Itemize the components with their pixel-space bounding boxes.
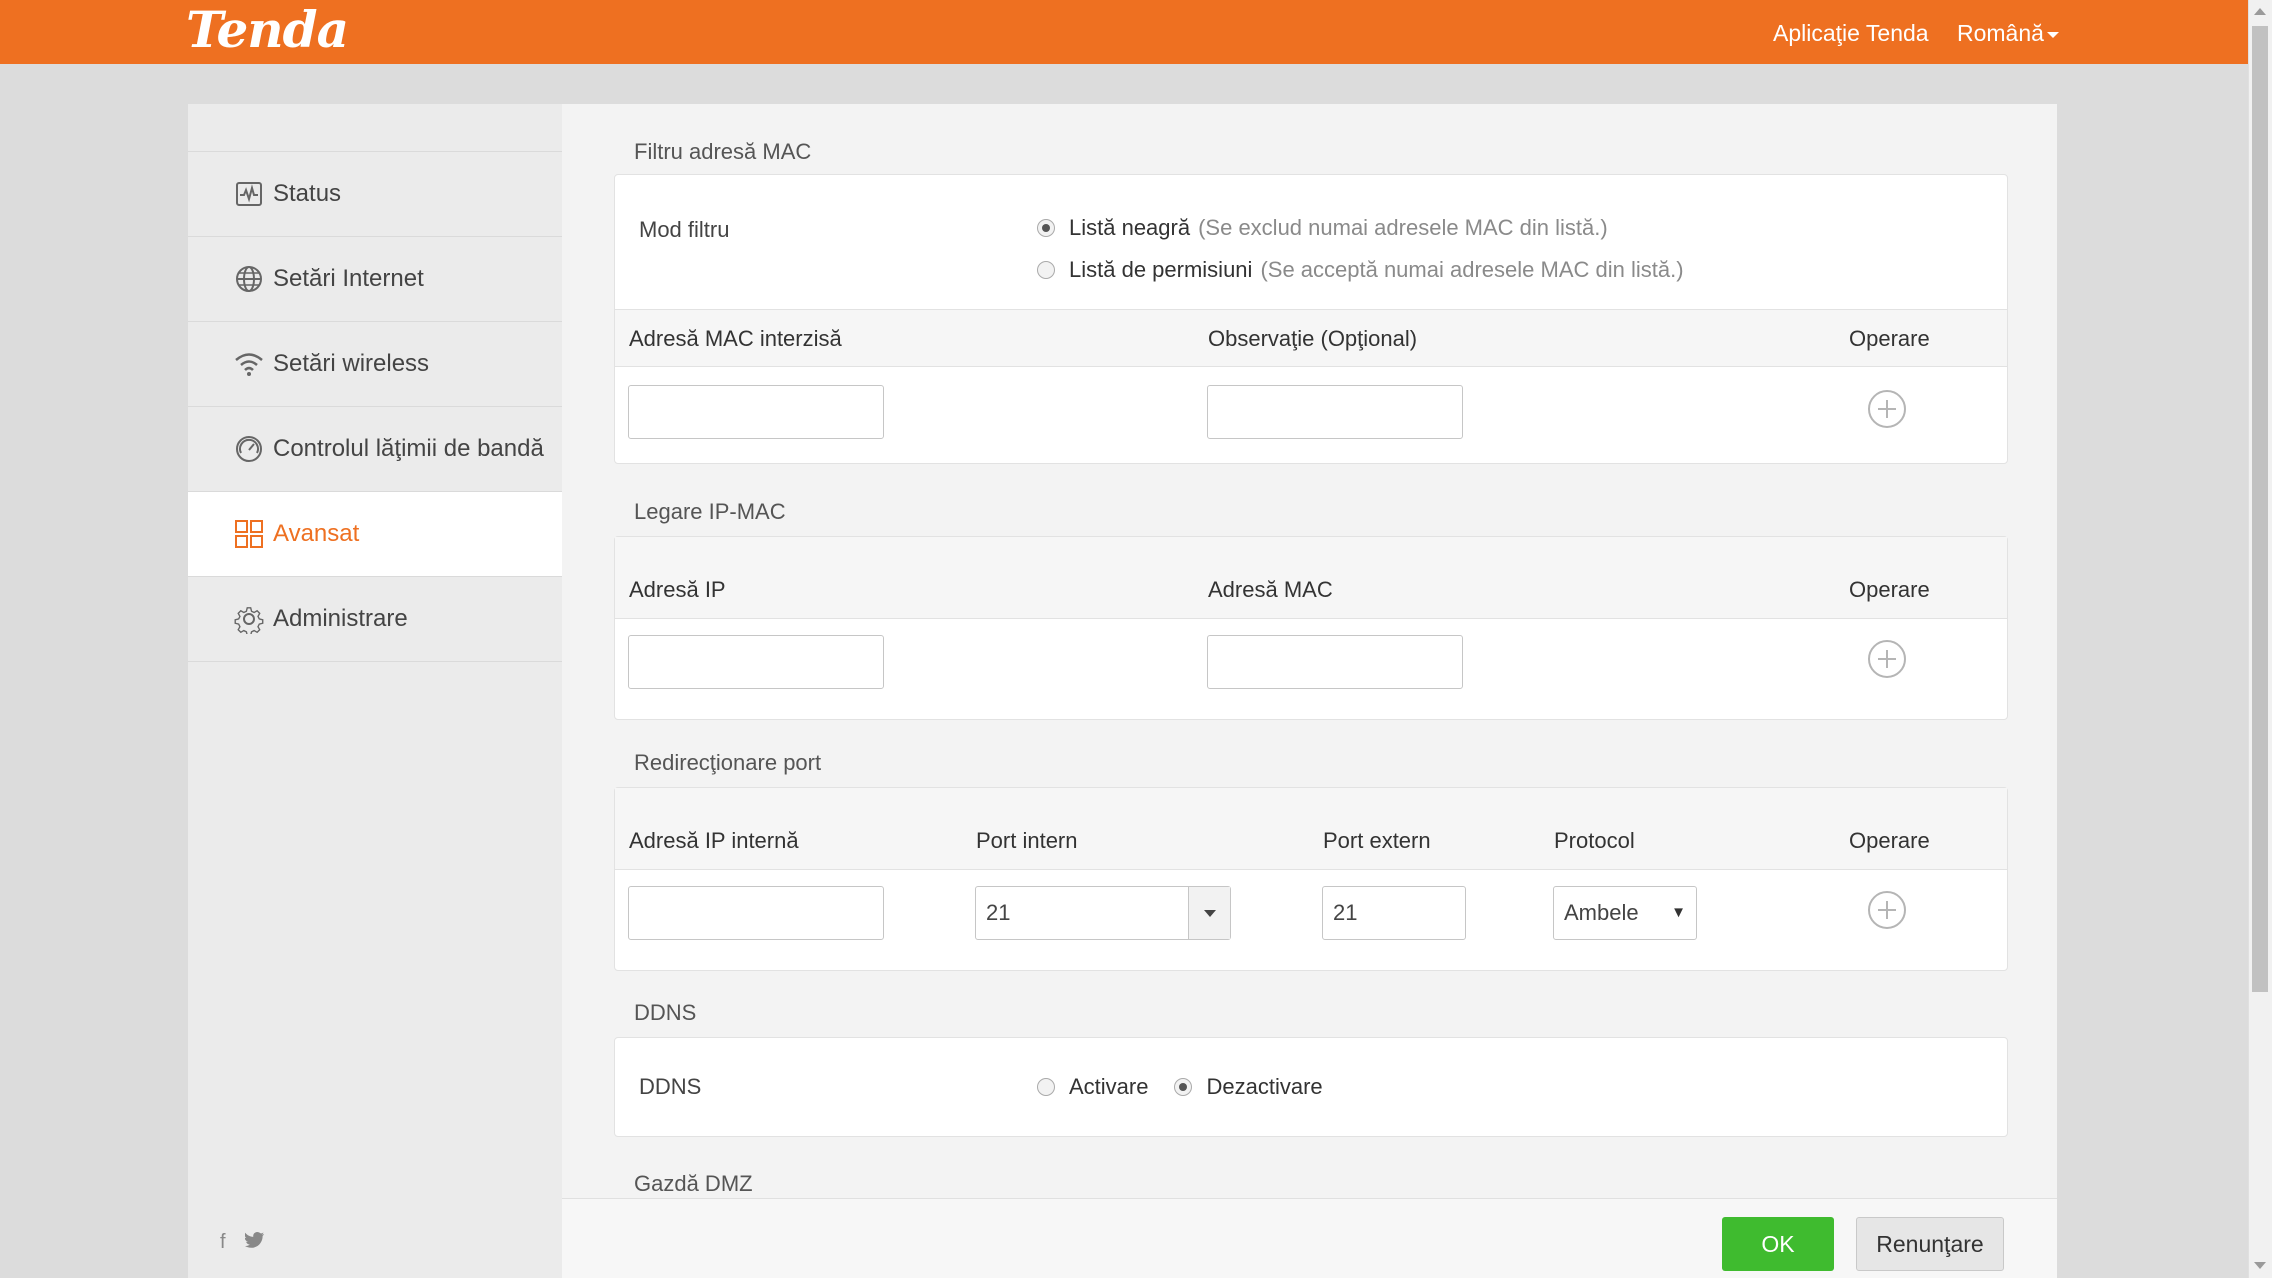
sidebar-item-label: Controlul lăţimii de bandă	[273, 435, 544, 462]
caret-down-icon	[2046, 31, 2059, 38]
sidebar-item-label: Status	[273, 180, 342, 207]
radio-disable[interactable]: Dezactivare	[1174, 1074, 1323, 1100]
radio-button-checked[interactable]	[1174, 1078, 1193, 1096]
ddns-radio-group: Activare Dezactivare	[1037, 1074, 1323, 1100]
sidebar: Status Setări Internet Setări wireless C…	[188, 104, 562, 1278]
radio-button[interactable]	[1037, 261, 1055, 279]
col-operation: Operare	[1849, 577, 1930, 602]
disable-label: Dezactivare	[1206, 1074, 1323, 1099]
port-table-header: Adresă IP internă Port intern Port exter…	[615, 788, 2007, 870]
social-links: f	[220, 1231, 279, 1254]
globe-icon	[233, 263, 265, 295]
mac-address-input[interactable]	[1207, 635, 1463, 689]
sidebar-item-wireless[interactable]: Setări wireless	[188, 322, 562, 407]
mac-filter-box: Mod filtru Listă neagră (Se exclud numai…	[614, 174, 2008, 464]
footer-bar: OK Renunţare	[562, 1198, 2057, 1278]
top-bar: Tenda Aplicaţie Tenda Română	[0, 0, 2248, 64]
main-content: Filtru adresă MAC Mod filtru Listă neagr…	[562, 104, 2057, 1278]
brand-logo[interactable]: Tenda	[186, 4, 349, 56]
ip-mac-table-header: Adresă IP Adresă MAC Operare	[615, 537, 2007, 619]
radio-blacklist[interactable]: Listă neagră (Se exclud numai adresele M…	[1037, 215, 1608, 241]
gear-icon	[233, 603, 265, 635]
grid-icon	[233, 518, 265, 550]
sidebar-item-administration[interactable]: Administrare	[188, 577, 562, 662]
tenda-app-link[interactable]: Aplicaţie Tenda	[1773, 20, 1929, 46]
facebook-icon[interactable]: f	[220, 1231, 226, 1253]
ddns-label: DDNS	[639, 1074, 702, 1099]
radio-button[interactable]	[1037, 1078, 1055, 1096]
sidebar-item-label: Setări Internet	[273, 265, 424, 292]
col-protocol: Protocol	[1554, 828, 1635, 853]
add-circle-icon[interactable]	[1868, 891, 1906, 929]
ip-mac-box: Adresă IP Adresă MAC Operare	[614, 536, 2008, 720]
status-icon	[233, 178, 265, 210]
col-internal-port: Port intern	[976, 828, 1078, 853]
sidebar-item-internet[interactable]: Setări Internet	[188, 237, 562, 322]
sidebar-item-label: Setări wireless	[273, 350, 430, 377]
sidebar-item-label: Avansat	[273, 520, 360, 547]
filter-mode-label: Mod filtru	[639, 217, 730, 242]
col-operation: Operare	[1849, 828, 1930, 853]
twitter-icon[interactable]	[244, 1231, 265, 1253]
col-external-port: Port extern	[1323, 828, 1431, 853]
ddns-box: DDNS Activare Dezactivare	[614, 1037, 2008, 1137]
gauge-icon	[233, 433, 265, 465]
port-forwarding-title: Redirecţionare port	[634, 750, 822, 775]
internal-port-value: 21	[986, 900, 1011, 925]
protocol-select[interactable]: Ambele ▼	[1553, 886, 1697, 940]
sidebar-item-status[interactable]: Status	[188, 152, 562, 237]
blacklist-label: Listă neagră	[1069, 215, 1191, 240]
sidebar-item-advanced[interactable]: Avansat	[188, 492, 562, 577]
external-port-input[interactable]: 21	[1322, 886, 1466, 940]
sidebar-spacer	[188, 104, 562, 152]
radio-enable[interactable]: Activare	[1037, 1074, 1148, 1100]
mac-table-header: Adresă MAC interzisă Observaţie (Opţiona…	[615, 309, 2007, 367]
enable-label: Activare	[1069, 1074, 1149, 1099]
col-ip-address: Adresă IP	[629, 577, 726, 602]
chevron-down-icon: ▼	[1671, 904, 1686, 921]
whitelist-hint: (Se acceptă numai adresele MAC din listă…	[1260, 257, 1684, 282]
add-circle-icon[interactable]	[1868, 390, 1906, 428]
col-blocked-mac: Adresă MAC interzisă	[629, 326, 842, 351]
col-operation: Operare	[1849, 326, 1930, 351]
language-label: Română	[1957, 20, 2044, 46]
internal-ip-input[interactable]	[628, 886, 884, 940]
blocked-mac-input[interactable]	[628, 385, 884, 439]
col-remark: Observaţie (Opţional)	[1208, 326, 1418, 351]
scroll-down-icon[interactable]	[2254, 1262, 2266, 1269]
scroll-up-icon[interactable]	[2254, 8, 2266, 15]
protocol-value: Ambele	[1564, 900, 1639, 925]
ddns-title: DDNS	[634, 1000, 697, 1025]
remark-input[interactable]	[1207, 385, 1463, 439]
blacklist-hint: (Se exclud numai adresele MAC din listă.…	[1198, 215, 1608, 240]
cancel-button[interactable]: Renunţare	[1856, 1217, 2004, 1271]
radio-whitelist[interactable]: Listă de permisiuni (Se acceptă numai ad…	[1037, 257, 1684, 283]
ip-mac-title: Legare IP-MAC	[634, 499, 786, 524]
language-dropdown[interactable]: Română	[1957, 20, 2059, 46]
wifi-icon	[233, 348, 265, 380]
mac-filter-title: Filtru adresă MAC	[634, 139, 812, 164]
col-mac-address: Adresă MAC	[1208, 577, 1333, 602]
ok-button[interactable]: OK	[1722, 1217, 1834, 1271]
radio-button-checked[interactable]	[1037, 219, 1055, 237]
port-forwarding-box: Adresă IP internă Port intern Port exter…	[614, 787, 2008, 971]
dropdown-button[interactable]	[1188, 887, 1230, 939]
ip-address-input[interactable]	[628, 635, 884, 689]
whitelist-label: Listă de permisiuni	[1069, 257, 1253, 282]
internal-port-combobox[interactable]: 21	[975, 886, 1231, 940]
col-internal-ip: Adresă IP internă	[629, 828, 799, 853]
add-circle-icon[interactable]	[1868, 640, 1906, 678]
sidebar-item-label: Administrare	[273, 605, 408, 632]
chevron-down-icon	[1203, 909, 1216, 917]
scrollbar-thumb[interactable]	[2252, 26, 2268, 992]
sidebar-item-bandwidth[interactable]: Controlul lăţimii de bandă	[188, 407, 562, 492]
dmz-title: Gazdă DMZ	[634, 1171, 753, 1196]
